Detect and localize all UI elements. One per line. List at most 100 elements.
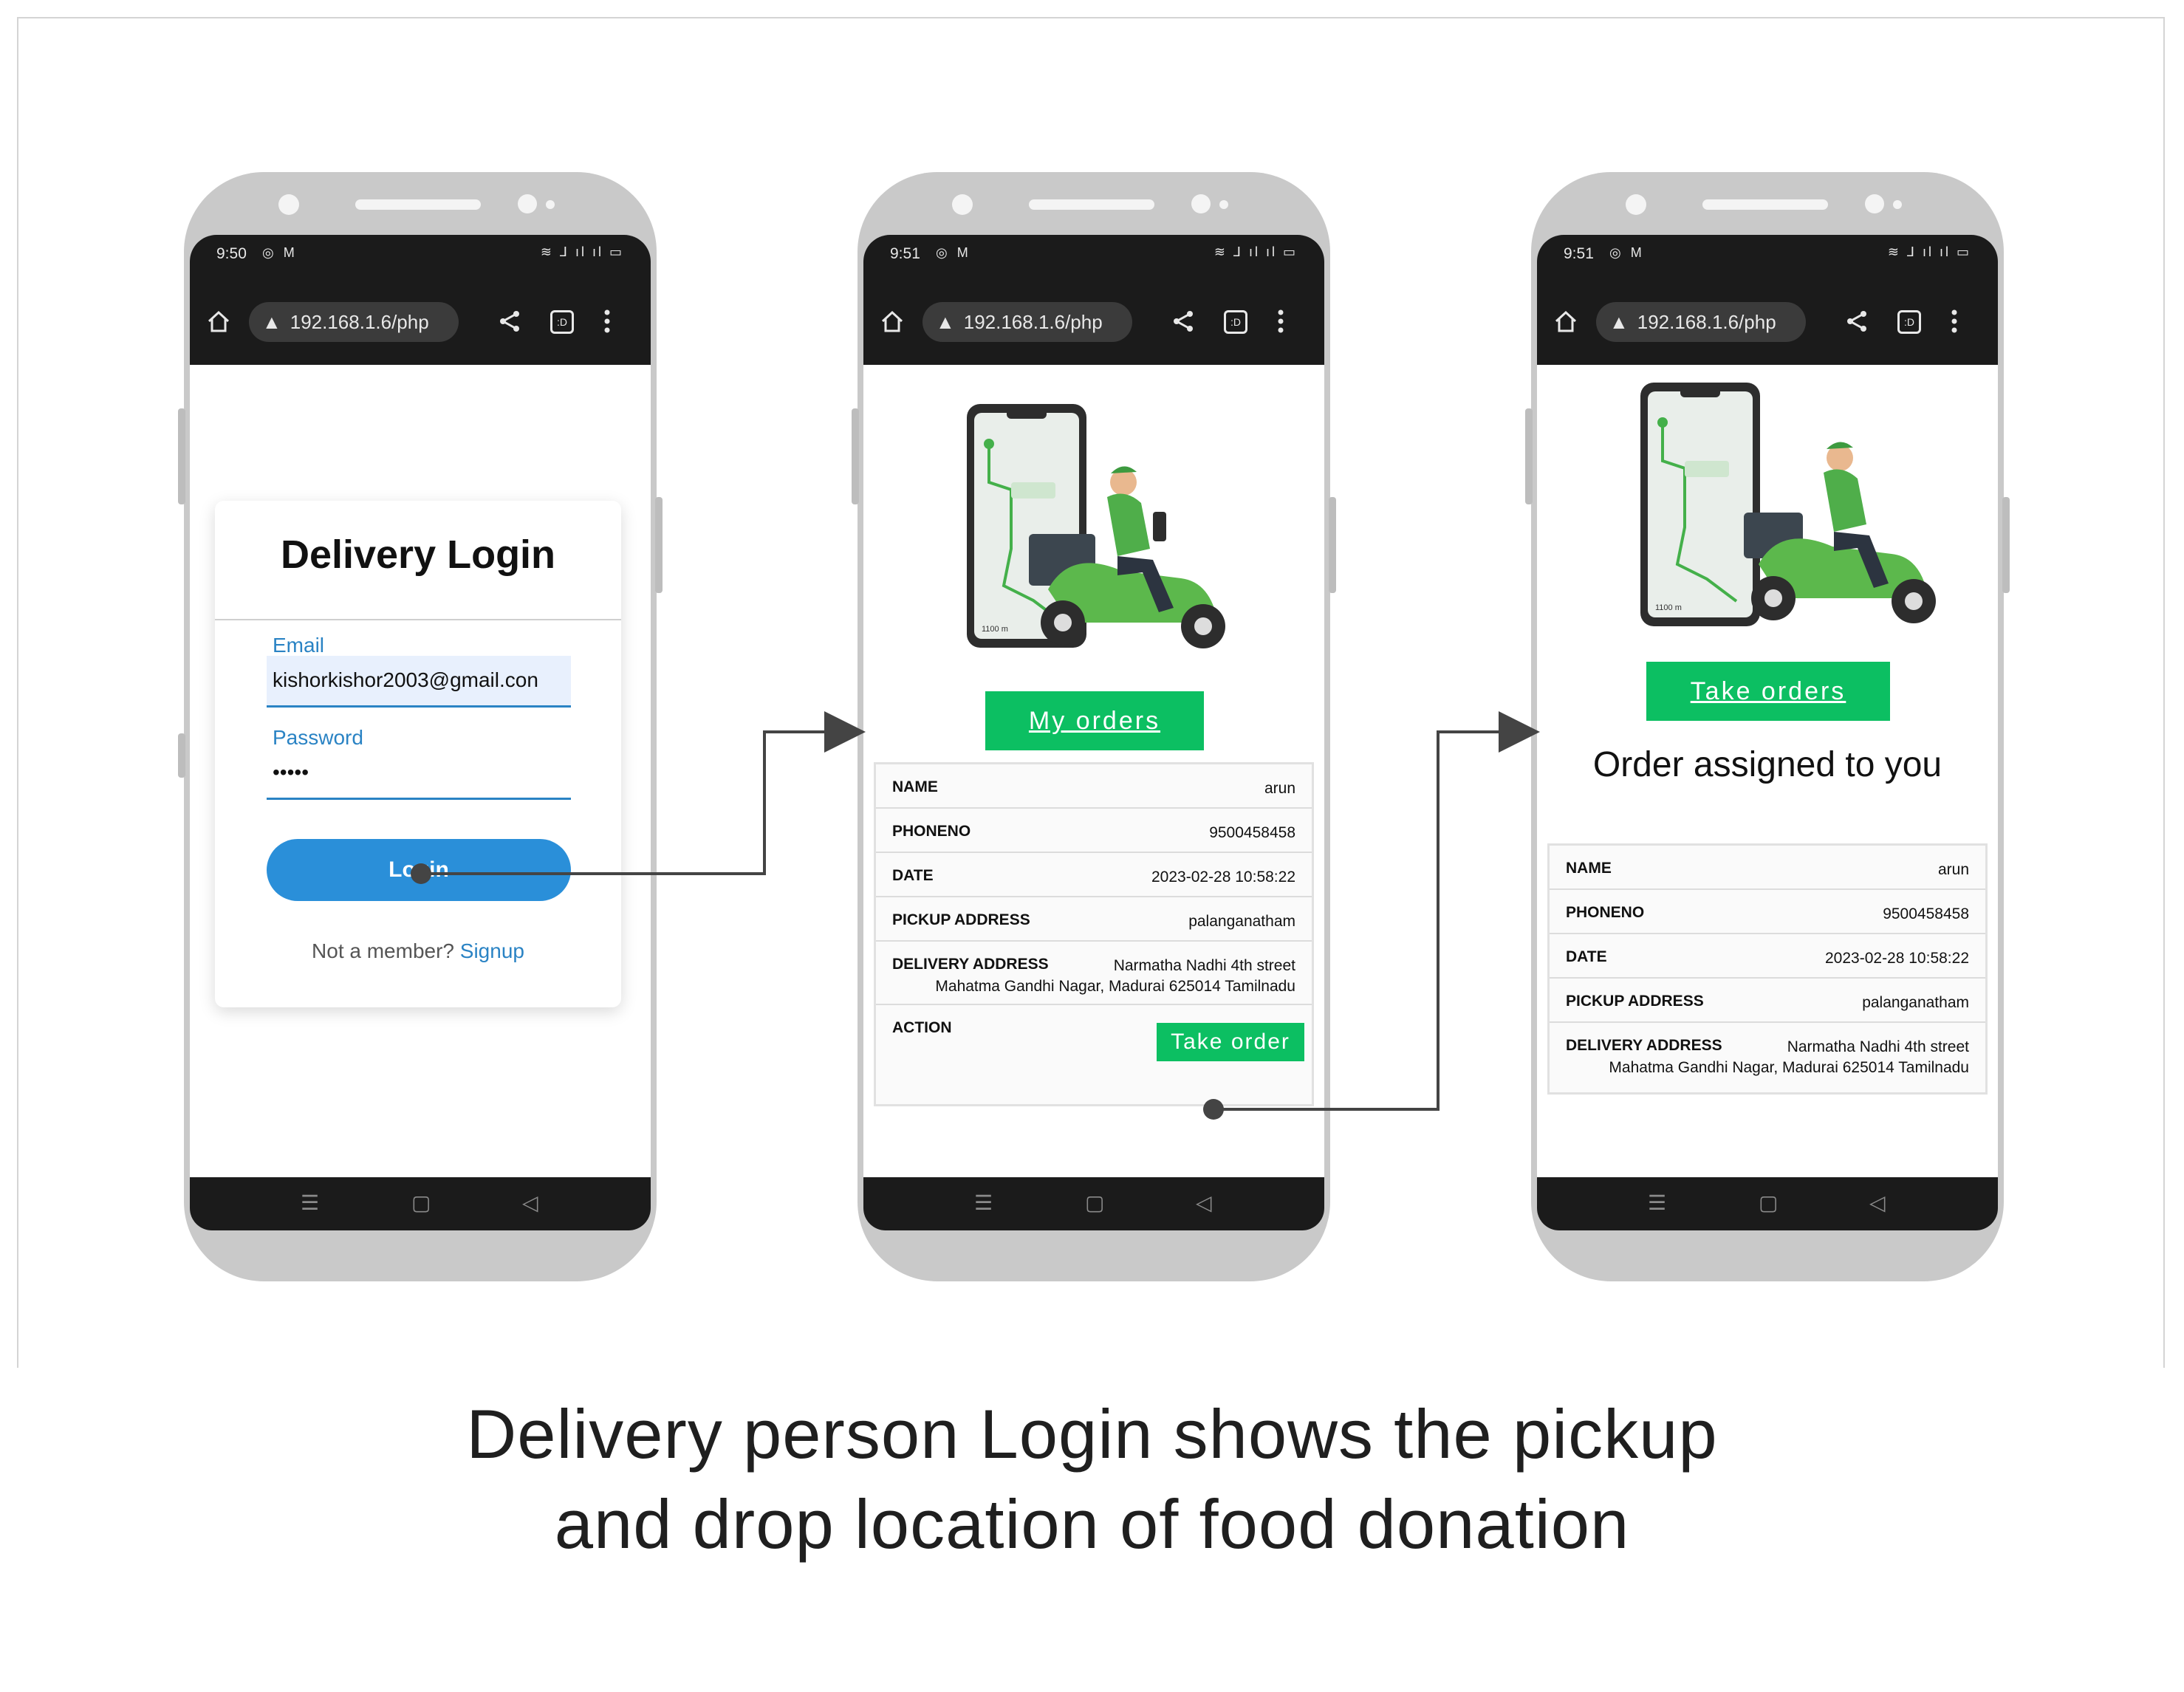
- table-row: DATE 2023-02-28 10:58:22: [876, 853, 1312, 897]
- home-icon[interactable]: [880, 309, 905, 334]
- side-button: [655, 497, 663, 593]
- login-title: Delivery Login: [280, 532, 556, 577]
- address-bar[interactable]: ▲ 192.168.1.6/php: [1596, 302, 1806, 342]
- status-left-icons: ◎ M: [1609, 245, 1645, 260]
- status-left-icons: ◎ M: [936, 245, 971, 260]
- home-nav-icon[interactable]: ▢: [411, 1191, 431, 1215]
- phone-login: 9:50 ◎ M ≋ ⅃ ıl ıl ▭ ▲ 192.168.1.6/php :D…: [178, 172, 663, 1281]
- home-icon[interactable]: [1553, 309, 1578, 334]
- side-button: [1525, 408, 1533, 504]
- my-orders-screen: 9:51 ◎ M ≋ ⅃ ıl ıl ▭ ▲ 192.168.1.6/php :D…: [863, 235, 1324, 1230]
- speaker: [1029, 199, 1154, 210]
- row-key: DATE: [1566, 948, 1607, 965]
- status-bar: 9:51 ◎ M ≋ ⅃ ıl ıl ▭: [863, 235, 1324, 276]
- recents-icon[interactable]: ☰: [1648, 1191, 1666, 1215]
- android-nav-bar: ☰ ▢ ◁: [190, 1177, 651, 1230]
- row-value: 2023-02-28 10:58:22: [1151, 869, 1295, 886]
- login-screen: 9:50 ◎ M ≋ ⅃ ıl ıl ▭ ▲ 192.168.1.6/php :D…: [190, 235, 651, 1230]
- row-key: PHONENO: [892, 823, 971, 840]
- status-right-icons: ≋ ⅃ ıl ıl ▭: [1213, 244, 1298, 259]
- table-row: NAME arun: [876, 764, 1312, 809]
- address-bar[interactable]: ▲ 192.168.1.6/php: [249, 302, 459, 342]
- assigned-order-table: NAME arun PHONENO 9500458458 DATE 2023-0…: [1547, 843, 1988, 1095]
- take-orders-button[interactable]: Take orders: [1646, 662, 1890, 721]
- row-key: PICKUP ADDRESS: [1566, 993, 1704, 1010]
- url-text: 192.168.1.6/php: [1637, 311, 1776, 333]
- warning-icon: ▲: [1609, 311, 1629, 333]
- order-assigned-screen: 9:51 ◎ M ≋ ⅃ ıl ıl ▭ ▲ 192.168.1.6/php :D…: [1537, 235, 1998, 1230]
- side-button: [1329, 497, 1336, 593]
- browser-toolbar: ▲ 192.168.1.6/php :D: [863, 276, 1324, 365]
- share-icon[interactable]: [1171, 309, 1196, 334]
- table-row: PICKUP ADDRESS palanganatham: [1550, 979, 1985, 1023]
- caption-line-1: Delivery person Login shows the pickup: [466, 1395, 1718, 1473]
- android-nav-bar: ☰ ▢ ◁: [863, 1177, 1324, 1230]
- table-row: DATE 2023-02-28 10:58:22: [1550, 934, 1985, 979]
- password-field[interactable]: •••••: [267, 748, 571, 800]
- url-text: 192.168.1.6/php: [290, 311, 429, 333]
- distance-label: 1100 m: [982, 625, 1008, 634]
- row-value: palanganatham: [1862, 994, 1969, 1011]
- distance-label: 1100 m: [1655, 603, 1682, 612]
- row-value: Narmatha Nadhi 4th street Mahatma Gandhi …: [1609, 1038, 1969, 1076]
- table-row: NAME arun: [1550, 846, 1985, 890]
- caption-line-2: and drop location of food donation: [554, 1485, 1630, 1563]
- side-button: [852, 408, 859, 504]
- side-button: [2002, 497, 2010, 593]
- table-row: PICKUP ADDRESS palanganatham: [876, 897, 1312, 942]
- phone-order-assigned: 9:51 ◎ M ≋ ⅃ ıl ıl ▭ ▲ 192.168.1.6/php :D…: [1525, 172, 2010, 1281]
- speaker: [1702, 199, 1828, 210]
- camera: [952, 194, 973, 215]
- tabs-icon[interactable]: :D: [1224, 310, 1247, 334]
- login-card: Delivery Login Email kishorkishor2003@gm…: [215, 501, 621, 1007]
- home-nav-icon[interactable]: ▢: [1085, 1191, 1104, 1215]
- my-orders-button[interactable]: My orders: [985, 691, 1204, 750]
- login-button[interactable]: Login: [267, 839, 571, 901]
- row-key: ACTION: [892, 1019, 952, 1036]
- home-icon[interactable]: [206, 309, 231, 334]
- share-icon[interactable]: [1844, 309, 1869, 334]
- recents-icon[interactable]: ☰: [974, 1191, 993, 1215]
- back-icon[interactable]: ◁: [1196, 1191, 1212, 1215]
- tabs-icon[interactable]: :D: [1897, 310, 1921, 334]
- phone-my-orders: 9:51 ◎ M ≋ ⅃ ıl ıl ▭ ▲ 192.168.1.6/php :D…: [852, 172, 1336, 1281]
- password-label: Password: [273, 726, 363, 749]
- tabs-icon[interactable]: :D: [550, 310, 574, 334]
- side-button: [178, 733, 185, 778]
- browser-toolbar: ▲ 192.168.1.6/php :D: [1537, 276, 1998, 365]
- status-time: 9:51: [1564, 245, 1594, 262]
- home-nav-icon[interactable]: ▢: [1759, 1191, 1778, 1215]
- signup-link[interactable]: Signup: [460, 939, 524, 962]
- table-row: ACTION Take order: [876, 1005, 1312, 1101]
- back-icon[interactable]: ◁: [1869, 1191, 1886, 1215]
- sensor: [1191, 194, 1211, 213]
- delivery-scooter-illustration: 1100 m: [967, 404, 1225, 648]
- sensor: [546, 200, 555, 209]
- back-icon[interactable]: ◁: [522, 1191, 538, 1215]
- not-member-text: Not a member?: [312, 939, 454, 962]
- browser-toolbar: ▲ 192.168.1.6/php :D: [190, 276, 651, 365]
- more-menu-icon[interactable]: [603, 309, 611, 334]
- table-row: DELIVERY ADDRESS Narmatha Nadhi 4th stre…: [876, 942, 1312, 1005]
- table-row: PHONENO 9500458458: [1550, 890, 1985, 934]
- status-right-icons: ≋ ⅃ ıl ıl ▭: [1887, 244, 1971, 259]
- table-row: PHONENO 9500458458: [876, 809, 1312, 853]
- order-assigned-heading: Order assigned to you: [1592, 745, 1942, 784]
- row-value: 2023-02-28 10:58:22: [1825, 950, 1969, 967]
- address-bar[interactable]: ▲ 192.168.1.6/php: [922, 302, 1132, 342]
- sensor: [518, 194, 537, 213]
- row-key: NAME: [892, 778, 938, 795]
- android-nav-bar: ☰ ▢ ◁: [1537, 1177, 1998, 1230]
- camera: [1626, 194, 1646, 215]
- take-order-button[interactable]: Take order: [1157, 1023, 1304, 1061]
- more-menu-icon[interactable]: [1951, 309, 1958, 334]
- row-value: arun: [1937, 861, 1969, 878]
- recents-icon[interactable]: ☰: [301, 1191, 319, 1215]
- share-icon[interactable]: [497, 309, 522, 334]
- warning-icon: ▲: [262, 311, 281, 333]
- more-menu-icon[interactable]: [1277, 309, 1284, 334]
- email-field[interactable]: kishorkishor2003@gmail.con: [267, 656, 571, 708]
- sensor: [1219, 200, 1228, 209]
- sensor: [1865, 194, 1884, 213]
- camera: [278, 194, 299, 215]
